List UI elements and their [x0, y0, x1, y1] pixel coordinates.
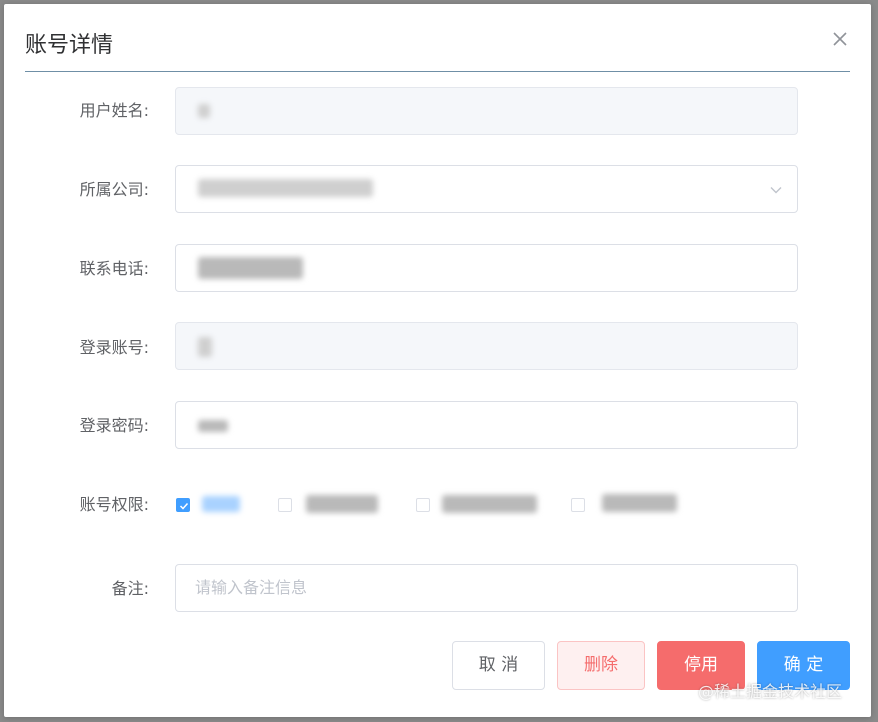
account-details-dialog: 账号详情 用户姓名: 所属公司: 联系电话: 登录账号: 登录密码: 账号权限:: [4, 4, 871, 717]
remark-input[interactable]: 请输入备注信息: [175, 564, 798, 612]
redacted-company: [198, 179, 373, 197]
permission-checkbox-4[interactable]: [571, 498, 585, 512]
chevron-down-icon: [769, 182, 783, 196]
redacted-password: [198, 420, 228, 432]
redacted-permission-2: [306, 495, 378, 513]
redacted-permission-1: [202, 496, 240, 512]
redacted-permission-3: [442, 495, 537, 513]
redacted-account: [198, 337, 212, 357]
company-label: 所属公司:: [79, 180, 149, 199]
account-label: 登录账号:: [79, 338, 149, 357]
dialog-title: 账号详情: [25, 33, 114, 58]
redacted-permission-4: [602, 494, 677, 512]
account-field: [175, 322, 798, 370]
remark-placeholder: 请输入备注信息: [195, 578, 308, 597]
cancel-button[interactable]: 取 消: [452, 641, 545, 690]
title-divider: [25, 71, 850, 72]
redacted-phone: [198, 257, 303, 279]
redacted-name: [198, 104, 210, 118]
permissions-label: 账号权限:: [79, 495, 149, 514]
close-icon[interactable]: [831, 30, 849, 48]
name-field: [175, 87, 798, 135]
password-label: 登录密码:: [79, 416, 149, 435]
remark-label: 备注:: [111, 579, 149, 598]
phone-field[interactable]: [175, 244, 798, 292]
permission-checkbox-1[interactable]: [176, 498, 190, 512]
delete-button[interactable]: 删除: [557, 641, 645, 690]
phone-label: 联系电话:: [79, 259, 149, 278]
company-select[interactable]: [175, 165, 798, 213]
permission-checkbox-2[interactable]: [278, 498, 292, 512]
watermark: @稀土掘金技术社区: [698, 682, 843, 701]
name-label: 用户姓名:: [79, 101, 149, 120]
password-field[interactable]: [175, 401, 798, 449]
permission-checkbox-3[interactable]: [416, 498, 430, 512]
